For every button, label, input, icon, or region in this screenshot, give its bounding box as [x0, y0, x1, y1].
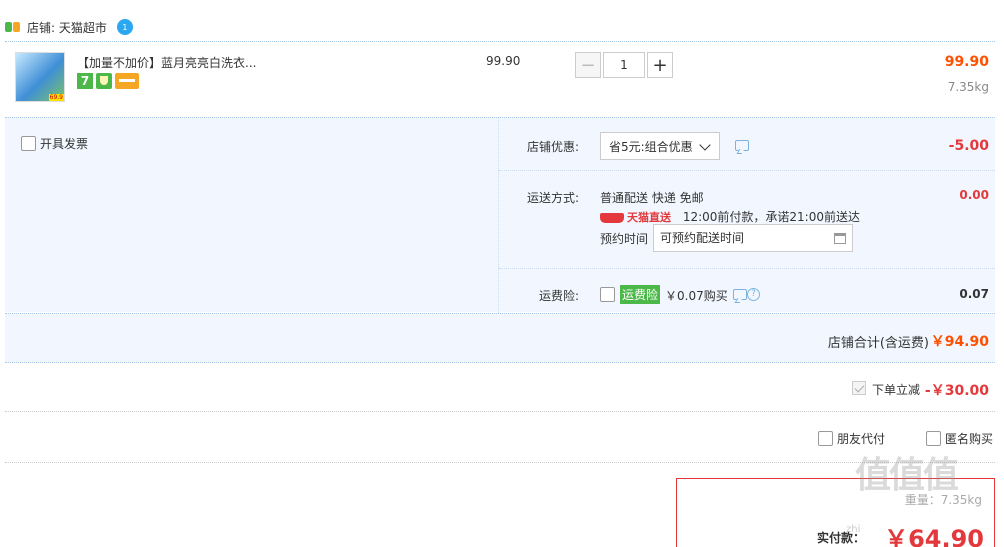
appointment-label: 预约时间 — [600, 232, 649, 246]
payment-options-row: 朋友代付 匿名购买 — [5, 413, 995, 463]
store-total-bar: 店铺合计(含运费) ￥94.90 — [5, 313, 995, 363]
discount-label: 下单立减 — [872, 383, 921, 397]
coupon-select[interactable]: 省5元:组合优惠 — [600, 132, 720, 160]
store-total-label: 店铺合计(含运费) — [827, 336, 929, 351]
decrease-quantity-button[interactable]: − — [575, 52, 601, 78]
increase-quantity-button[interactable]: + — [647, 52, 673, 78]
thumbnail-price-badge: 69.9 — [48, 94, 64, 101]
friend-pay-checkbox[interactable] — [818, 431, 833, 446]
message-icon[interactable] — [733, 289, 747, 300]
coupon-label: 店铺优惠: — [526, 140, 579, 154]
product-title-link[interactable]: 【加量不加价】蓝月亮亮白洗衣... — [77, 54, 256, 71]
seven-day-return-icon[interactable]: 7 — [77, 73, 93, 89]
discount-checkbox[interactable] — [852, 381, 866, 395]
delivery-promise: 12:00前付款，承诺21:00前送达 — [682, 210, 860, 224]
cart-item-row: 69.9 【加量不加价】蓝月亮亮白洗衣... 7 99.90 − 1 + 99.… — [5, 42, 995, 116]
anonymous-label: 匿名购买 — [945, 432, 994, 446]
insurance-price: ￥0.07购买 — [665, 289, 728, 303]
product-thumbnail[interactable]: 69.9 — [15, 52, 65, 102]
delivery-promise-line: 天猫直送 12:00前付款，承诺21:00前送达 — [600, 208, 860, 225]
shipping-method: 普通配送 快递 免邮 — [600, 191, 704, 205]
store-icon — [5, 20, 21, 34]
unit-price: 99.90 — [486, 54, 521, 68]
invoice-label: 开具发票 — [40, 137, 89, 151]
wangwang-chat-icon[interactable]: 1 — [116, 19, 133, 35]
item-weight: 7.35kg — [947, 80, 989, 94]
divider — [499, 170, 995, 171]
calendar-icon[interactable] — [834, 233, 846, 244]
store-name[interactable]: 店铺: 天猫超市 — [27, 19, 107, 36]
insurance-checkbox[interactable] — [600, 287, 615, 302]
appointment-placeholder: 可预约配送时间 — [660, 231, 745, 245]
insurance-tag: 运费险 — [620, 285, 661, 304]
store-header: 店铺: 天猫超市 1 — [5, 14, 995, 40]
insurance-label: 运费险: — [538, 289, 579, 303]
shipping-label: 运送方式: — [526, 191, 579, 205]
credit-card-icon[interactable] — [115, 73, 139, 89]
quantity-stepper: − 1 + — [575, 52, 673, 78]
quantity-input[interactable]: 1 — [603, 52, 645, 78]
tmall-cat-icon — [600, 212, 624, 223]
item-subtotal: 99.90 — [944, 54, 989, 70]
coupon-amount: -5.00 — [948, 138, 989, 154]
invoice-checkbox[interactable] — [21, 136, 36, 151]
anonymous-checkbox[interactable] — [926, 431, 941, 446]
watermark: 值值值 — [855, 455, 959, 496]
watermark-sub: zhi — [846, 524, 861, 535]
anonymous-option[interactable]: 匿名购买 — [926, 430, 993, 447]
options-left: 开具发票 — [5, 118, 499, 313]
message-icon[interactable] — [735, 140, 749, 151]
shipping-amount: 0.00 — [959, 188, 989, 202]
appointment-time-input[interactable]: 可预约配送时间 — [653, 224, 853, 252]
tmall-direct-tag: 天猫直送 — [627, 211, 671, 224]
friend-pay-label: 朋友代付 — [837, 432, 886, 446]
discount-row: 下单立减 -￥30.00 — [5, 364, 995, 412]
coupon-select-value: 省5元:组合优惠 — [609, 139, 693, 154]
insurance-amount: 0.07 — [959, 287, 989, 301]
guarantee-icon[interactable] — [96, 73, 112, 89]
divider — [499, 268, 995, 269]
help-icon[interactable]: ? — [747, 288, 760, 301]
friend-pay-option[interactable]: 朋友代付 — [818, 430, 885, 447]
order-options-panel: 开具发票 店铺优惠: 省5元:组合优惠 -5.00 运送方式: 普通配送 快递 … — [5, 117, 995, 313]
discount-amount: -￥30.00 — [924, 383, 989, 399]
store-total-amount: ￥94.90 — [930, 334, 989, 350]
service-icons: 7 — [77, 73, 139, 89]
invoice-option[interactable]: 开具发票 — [21, 135, 88, 152]
chevron-down-icon — [699, 139, 711, 151]
final-amount: ￥64.90 — [884, 525, 984, 547]
